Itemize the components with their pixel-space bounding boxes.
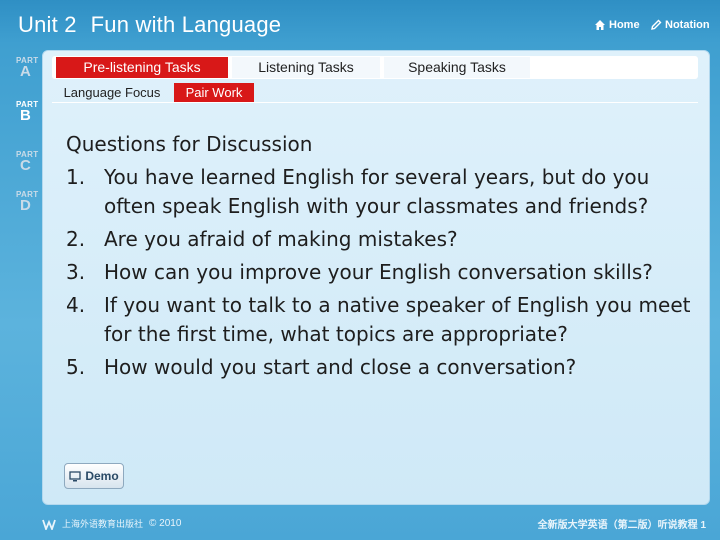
page-number: 1 — [700, 520, 706, 531]
list-item: 4. If you want to talk to a native speake… — [66, 291, 696, 349]
question-number: 4. — [66, 293, 86, 317]
home-label: Home — [609, 19, 640, 31]
unit-name: Fun with Language — [90, 12, 282, 37]
publisher-name: 上海外语教育出版社 — [62, 519, 144, 529]
list-item: 5. How would you start and close a conver… — [66, 353, 696, 382]
part-b-button[interactable]: PART B — [14, 100, 42, 136]
part-d-button[interactable]: PART D — [14, 190, 42, 226]
subtab-pair-work[interactable]: Pair Work — [174, 83, 254, 102]
part-letter: C — [20, 157, 31, 174]
question-number: 2. — [66, 227, 86, 251]
unit-title: Unit 2 Fun with Language — [18, 12, 281, 38]
section-heading: Questions for Discussion — [66, 132, 313, 156]
book-title: 全新版大学英语（第二版）听说教程 — [537, 520, 698, 531]
question-number: 3. — [66, 260, 86, 284]
subtab-language-focus[interactable]: Language Focus — [54, 83, 170, 102]
publisher-logo-icon — [42, 519, 56, 530]
top-bar: Unit 2 Fun with Language Home Notation — [0, 0, 720, 50]
home-icon — [595, 20, 605, 30]
tab-pre-listening[interactable]: Pre-listening Tasks — [56, 57, 228, 78]
question-number: 5. — [66, 355, 86, 379]
part-letter: D — [20, 197, 31, 214]
demo-label: Demo — [85, 469, 119, 483]
subtab-divider — [52, 102, 698, 103]
question-list: 1. You have learned English for several y… — [66, 163, 696, 382]
notation-label: Notation — [665, 19, 710, 31]
book-info: 全新版大学英语（第二版）听说教程 1 — [538, 516, 706, 531]
part-letter: B — [20, 107, 31, 124]
question-text: How can you improve your English convers… — [104, 260, 653, 284]
part-c-button[interactable]: PART C — [14, 150, 42, 186]
question-text: If you want to talk to a native speaker … — [104, 293, 691, 346]
tab-listening[interactable]: Listening Tasks — [232, 57, 380, 78]
discussion-content: Questions for Discussion 1. You have lear… — [66, 130, 696, 386]
list-item: 3. How can you improve your English conve… — [66, 258, 696, 287]
list-item: 1. You have learned English for several y… — [66, 163, 696, 221]
footer: 上海外语教育出版社 © 2010 全新版大学英语（第二版）听说教程 1 — [0, 510, 720, 540]
tab-speaking[interactable]: Speaking Tasks — [384, 57, 530, 78]
list-item: 2. Are you afraid of making mistakes? — [66, 225, 696, 254]
question-number: 1. — [66, 165, 86, 189]
part-a-button[interactable]: PART A — [14, 56, 42, 92]
part-letter: A — [20, 63, 31, 80]
screen-icon — [69, 470, 81, 481]
copyright: © 2010 — [149, 518, 182, 529]
unit-number: Unit 2 — [18, 12, 77, 37]
home-link[interactable]: Home — [594, 19, 640, 31]
publisher-info: 上海外语教育出版社 © 2010 — [42, 517, 181, 530]
question-text: How would you start and close a conversa… — [104, 355, 577, 379]
pencil-icon — [651, 19, 662, 30]
notation-link[interactable]: Notation — [650, 19, 710, 31]
question-text: Are you afraid of making mistakes? — [104, 227, 458, 251]
question-text: You have learned English for several yea… — [104, 165, 650, 218]
demo-button[interactable]: Demo — [64, 463, 124, 489]
